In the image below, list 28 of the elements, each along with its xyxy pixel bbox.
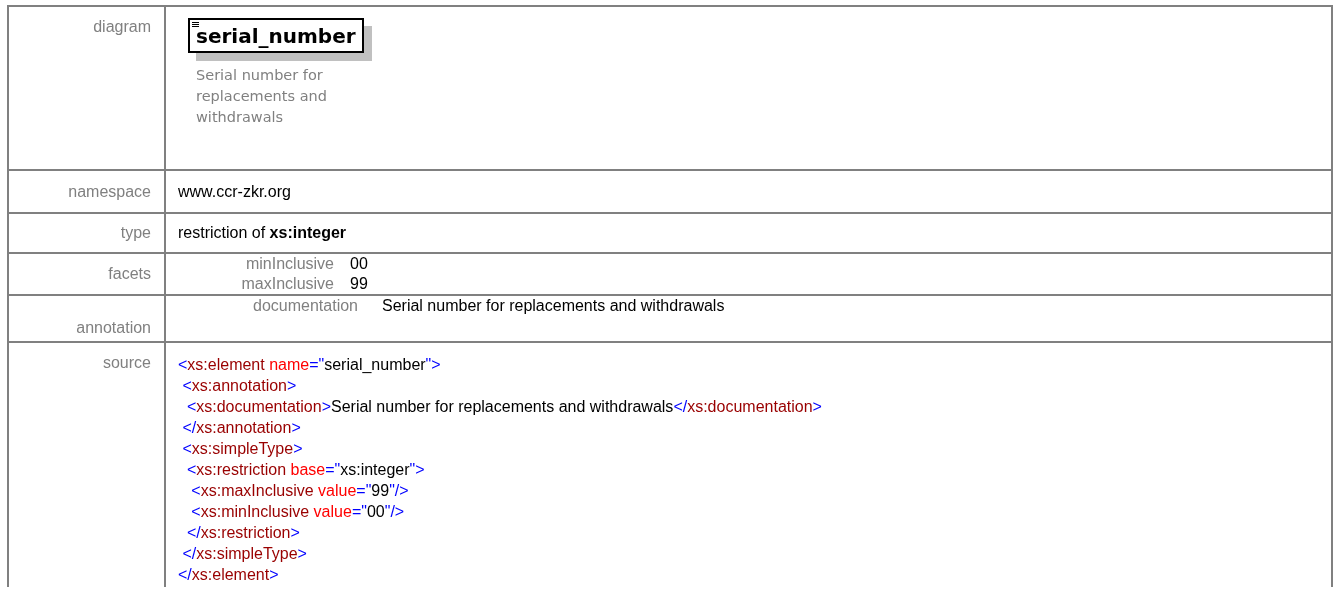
facet-value: 00 [350,254,369,274]
list-icon [192,22,199,28]
row-label: namespace [68,182,151,200]
code-line: </xs:annotation> [181,419,301,436]
code-line: </xs:element> [178,566,279,583]
element-description: Serial number for replacements and withdrawals [196,66,328,127]
row-label: source [102,354,151,371]
code-line: </xs:simpleType> [181,545,307,562]
element-name: serial_number [196,24,356,48]
row-value: restriction of xs:integer [178,224,347,241]
code-line: <xs:restriction base="xs:integer"> [185,461,425,478]
code-line: <xs:minInclusive value="00"/> [190,503,405,520]
row-label: annotation [76,319,151,336]
facet-name: maxInclusive [240,274,334,294]
facet-value: Serial number for replacements and withdrawals [382,296,726,316]
row-value: www.ccr-zkr.org [178,182,291,200]
facet-name: documentation [252,296,358,316]
code-line: <xs:maxInclusive value="99"/> [190,482,409,499]
code-line: </xs:restriction> [185,524,300,541]
facet-name: minInclusive [244,254,334,274]
code-line: <xs:annotation> [181,377,297,394]
row-label: type [120,224,151,241]
row-label: diagram [93,18,151,35]
code-line: <xs:simpleType> [181,440,303,457]
code-line: <xs:element name="serial_number"> [178,356,441,373]
row-label: facets [108,265,151,282]
code-line: <xs:documentation>Serial number for replacements and withdrawals</xs:documentation> [185,398,822,415]
facet-value: 99 [350,274,369,294]
